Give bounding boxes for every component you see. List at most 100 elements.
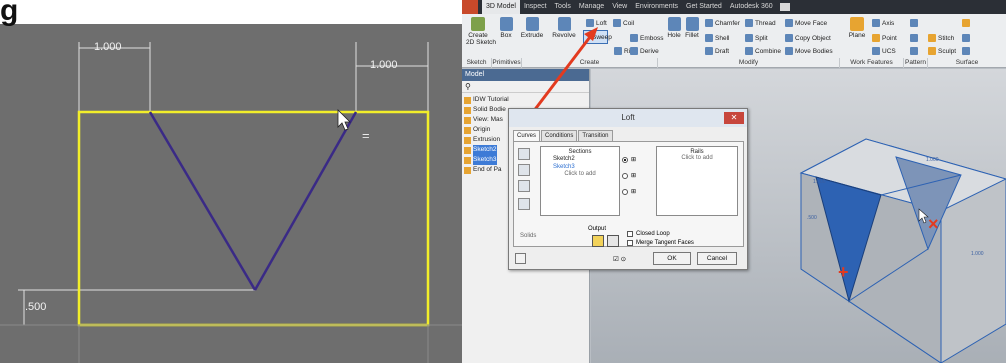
output-solid-button[interactable]: [592, 235, 604, 247]
v-line-right: [253, 111, 358, 291]
box-button[interactable]: Box: [497, 17, 515, 39]
tab-overflow-icon[interactable]: [779, 3, 790, 11]
browser-node-icon: [464, 106, 471, 114]
create-sketch-button[interactable]: Create 2D Sketch: [466, 17, 496, 46]
closed-loop-checkbox[interactable]: [627, 231, 633, 237]
loft-mode-center[interactable]: ⊞: [622, 172, 636, 179]
coil-button[interactable]: Coil: [613, 19, 634, 27]
tab-tools[interactable]: Tools: [551, 0, 575, 14]
tab-transition[interactable]: Transition: [578, 130, 613, 141]
copy-object-button[interactable]: Copy Object: [785, 34, 831, 42]
tab-curves[interactable]: Curves: [513, 130, 541, 141]
plane-button[interactable]: Plane: [846, 17, 868, 39]
tab-inspect[interactable]: Inspect: [520, 0, 551, 14]
radio-center[interactable]: [622, 172, 628, 179]
pattern-rect-button[interactable]: [910, 19, 918, 27]
sections-add[interactable]: Click to add: [541, 171, 619, 177]
combine-button[interactable]: Combine: [745, 47, 781, 55]
tab-manage[interactable]: Manage: [575, 0, 608, 14]
thread-button[interactable]: Thread: [745, 19, 776, 27]
sweep-button[interactable]: Sweep: [592, 34, 612, 41]
surface-extra-button-3[interactable]: [962, 47, 970, 55]
tab-conditions[interactable]: Conditions: [541, 130, 578, 141]
ok-button[interactable]: OK: [653, 252, 691, 265]
revolve-button[interactable]: Revolve: [552, 17, 576, 39]
closed-loop-row[interactable]: Closed Loop: [627, 231, 670, 237]
browser-node-icon: [464, 166, 471, 174]
merge-tangent-checkbox[interactable]: [627, 240, 633, 246]
binoculars-icon[interactable]: ⚲: [465, 82, 471, 91]
browser-item[interactable]: IDW Tutorial: [464, 95, 587, 105]
ucs-button[interactable]: UCS: [872, 47, 896, 55]
radio-area[interactable]: [622, 188, 628, 195]
tab-environments[interactable]: Environments: [631, 0, 682, 14]
emboss-button[interactable]: Emboss: [630, 34, 663, 42]
stitch-icon: [928, 34, 936, 42]
side-icon-2[interactable]: [518, 164, 530, 176]
move-bodies-button[interactable]: Move Bodies: [785, 47, 833, 55]
group-work-features: Work Features: [840, 58, 904, 68]
stitch-button[interactable]: Stitch: [928, 34, 954, 42]
tab-view[interactable]: View: [608, 0, 631, 14]
radio-rails[interactable]: [622, 156, 628, 163]
axis-label: Axis: [882, 19, 895, 27]
help-icon[interactable]: [515, 253, 526, 264]
extrude-button[interactable]: Extrude: [520, 17, 544, 39]
output-surface-button[interactable]: [607, 235, 619, 247]
side-icon-4[interactable]: [518, 198, 530, 210]
rails-add[interactable]: Click to add: [657, 155, 737, 161]
derive-button[interactable]: Derive: [630, 47, 659, 55]
tab-autodesk-360[interactable]: Autodesk 360: [726, 0, 777, 14]
move-face-icon: [785, 19, 793, 27]
sculpt-icon: [928, 47, 936, 55]
browser-item-label: Extrusion: [473, 136, 501, 143]
surface-extra-button-2[interactable]: [962, 34, 970, 42]
rib-icon: [614, 47, 622, 55]
output-label: Output: [588, 226, 607, 232]
dim-label-top-left[interactable]: 1.000: [94, 41, 122, 53]
coil-icon: [613, 19, 621, 27]
preview-toggle-icon[interactable]: ☑ ⊙: [613, 255, 626, 263]
cancel-button[interactable]: Cancel: [697, 252, 737, 265]
screenshot-root: g = 1.000 1.000 .500 3D Model Inspect To…: [0, 0, 1006, 363]
move-bodies-icon: [785, 47, 793, 55]
chamfer-button[interactable]: Chamfer: [705, 19, 740, 27]
loft-button[interactable]: Loft: [586, 19, 607, 27]
mirror-button[interactable]: [910, 47, 918, 55]
fillet-button[interactable]: Fillet: [683, 17, 701, 39]
side-icon-3[interactable]: [518, 180, 530, 192]
group-primitives: Primitives: [492, 58, 522, 68]
shell-button[interactable]: Shell: [705, 34, 729, 42]
close-button[interactable]: ✕: [724, 112, 744, 124]
sketch-canvas: =: [0, 42, 462, 363]
move-face-button[interactable]: Move Face: [785, 19, 827, 27]
point-button[interactable]: Point: [872, 34, 897, 42]
side-icon-1[interactable]: [518, 148, 530, 160]
browser-header[interactable]: Model: [462, 69, 589, 81]
fillet-icon: [685, 17, 699, 31]
merge-tangent-row[interactable]: Merge Tangent Faces: [627, 240, 694, 246]
pattern-circ-button[interactable]: [910, 34, 918, 42]
sculpt-button[interactable]: Sculpt: [928, 47, 956, 55]
axis-button[interactable]: Axis: [872, 19, 894, 27]
browser-item-label: View: Mas: [473, 116, 503, 123]
rails-box[interactable]: Rails Click to add: [656, 146, 738, 216]
browser-item-label: Sketch2: [473, 145, 497, 155]
hole-button[interactable]: Hole: [665, 17, 683, 39]
tab-3d-model[interactable]: 3D Model: [482, 0, 520, 14]
dim-label-top-right[interactable]: 1.000: [370, 59, 398, 71]
split-button[interactable]: Split: [745, 34, 768, 42]
sections-box[interactable]: Sections Sketch2 Sketch3 Click to add: [540, 146, 620, 216]
section-item[interactable]: Sketch2: [541, 155, 619, 163]
browser-node-icon: [464, 136, 471, 144]
draft-button[interactable]: Draft: [705, 47, 729, 55]
dim-label-bottom[interactable]: .500: [25, 301, 46, 313]
loft-mode-area[interactable]: ⊞: [622, 188, 636, 195]
box-icon: [499, 17, 513, 31]
surface-extra-button[interactable]: [962, 19, 970, 27]
loft-mode-rails[interactable]: ⊞: [622, 156, 636, 163]
app-menu-button[interactable]: [462, 0, 478, 14]
tab-get-started[interactable]: Get Started: [682, 0, 726, 14]
group-pattern: Pattern: [904, 58, 928, 68]
section-item[interactable]: Sketch3: [541, 163, 619, 171]
